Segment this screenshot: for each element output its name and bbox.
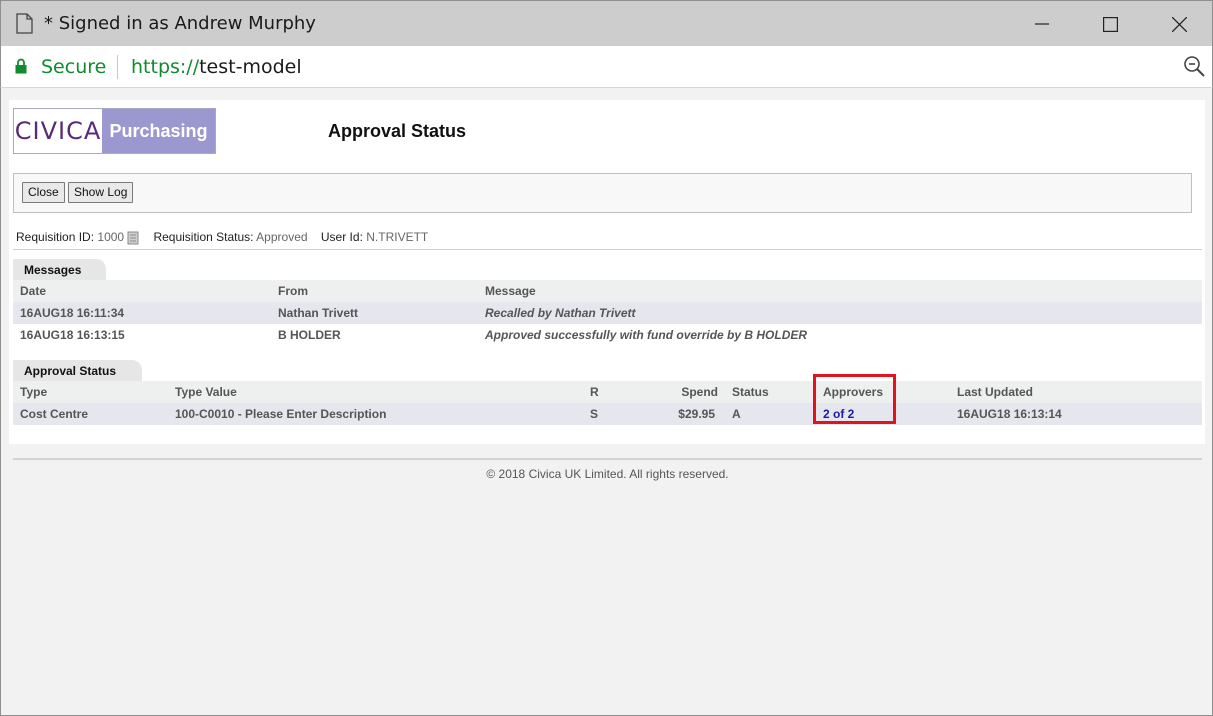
page-content: CIVICA Purchasing Approval Status Close … [0, 88, 1213, 716]
main-panel: CIVICA Purchasing Approval Status Close … [9, 100, 1205, 444]
requisition-status-value: Approved [256, 230, 308, 244]
requisition-document-icon[interactable] [126, 231, 140, 245]
logo-civica: CIVICA [14, 109, 102, 153]
civica-purchasing-logo: CIVICA Purchasing [13, 108, 216, 154]
message-from: Nathan Trivett [278, 306, 359, 320]
approvers-highlight-box [813, 374, 896, 424]
column-header-spend: Spend [681, 385, 718, 399]
messages-table: Date From Message 16AUG18 16:11:34 Natha… [13, 280, 1202, 346]
column-header-from: From [278, 284, 308, 298]
address-bar: Secure https://test-model [0, 46, 1213, 88]
url-host: test-model [199, 56, 302, 78]
column-header-message: Message [485, 284, 536, 298]
footer-divider [13, 458, 1202, 460]
column-header-status: Status [732, 385, 769, 399]
document-icon [16, 13, 33, 34]
minimize-button[interactable] [1019, 1, 1065, 47]
user-id-value: N.TRIVETT [366, 230, 429, 244]
close-button[interactable]: Close [22, 182, 65, 203]
footer-copyright: © 2018 Civica UK Limited. All rights res… [486, 467, 729, 481]
table-row: 16AUG18 16:13:15 B HOLDER Approved succe… [13, 324, 1202, 346]
messages-tab: Messages [13, 259, 106, 280]
secure-label: Secure [41, 56, 107, 78]
url-scheme: https:// [131, 56, 200, 78]
approval-last-updated: 16AUG18 16:13:14 [957, 407, 1062, 421]
requisition-status-label: Requisition Status: [153, 230, 254, 244]
address-separator [117, 55, 118, 79]
maximize-button[interactable] [1087, 1, 1133, 47]
close-window-button[interactable] [1156, 1, 1202, 47]
approval-status: A [732, 407, 741, 421]
messages-header-row: Date From Message [13, 280, 1202, 302]
user-id-label: User Id: [320, 230, 363, 244]
minimize-icon [1035, 23, 1049, 25]
show-log-button[interactable]: Show Log [68, 182, 134, 203]
approval-header-row: Type Type Value R Spend Status Approvers… [13, 381, 1202, 403]
message-text: Approved successfully with fund override… [485, 328, 808, 342]
message-date: 16AUG18 16:13:15 [20, 328, 125, 342]
requisition-id-label: Requisition ID: [16, 230, 95, 244]
approval-type-value: 100-C0010 - Please Enter Description [175, 407, 387, 421]
requisition-summary: Requisition ID: 1000 Requisition Status:… [16, 230, 428, 245]
message-text: Recalled by Nathan Trivett [485, 306, 636, 320]
toolbar: Close Show Log [13, 173, 1192, 213]
approval-status-table: Type Type Value R Spend Status Approvers… [13, 381, 1202, 425]
approval-r: S [590, 407, 599, 421]
url-field[interactable]: https://test-model [131, 56, 302, 78]
message-date: 16AUG18 16:11:34 [20, 306, 125, 320]
approval-status-tab: Approval Status [13, 360, 142, 381]
divider [13, 249, 1202, 250]
requisition-id-value: 1000 [97, 230, 125, 244]
column-header-type-value: Type Value [175, 385, 237, 399]
column-header-last-updated: Last Updated [957, 385, 1034, 399]
close-icon [1171, 16, 1187, 32]
column-header-type: Type [20, 385, 48, 399]
message-from: B HOLDER [278, 328, 341, 342]
table-row: 16AUG18 16:11:34 Nathan Trivett Recalled… [13, 302, 1202, 324]
column-header-date: Date [20, 284, 47, 298]
approval-spend: $29.95 [678, 407, 715, 421]
page-title: Approval Status [328, 121, 467, 141]
window-titlebar: * Signed in as Andrew Murphy [0, 0, 1213, 46]
maximize-icon [1102, 16, 1118, 32]
table-row: Cost Centre 100-C0010 - Please Enter Des… [13, 403, 1202, 425]
lock-icon [15, 58, 27, 74]
column-header-r: R [590, 385, 599, 399]
approval-type: Cost Centre [20, 407, 89, 421]
zoom-icon[interactable] [1182, 54, 1206, 78]
window-title: * Signed in as Andrew Murphy [44, 13, 316, 34]
logo-purchasing: Purchasing [102, 109, 215, 153]
